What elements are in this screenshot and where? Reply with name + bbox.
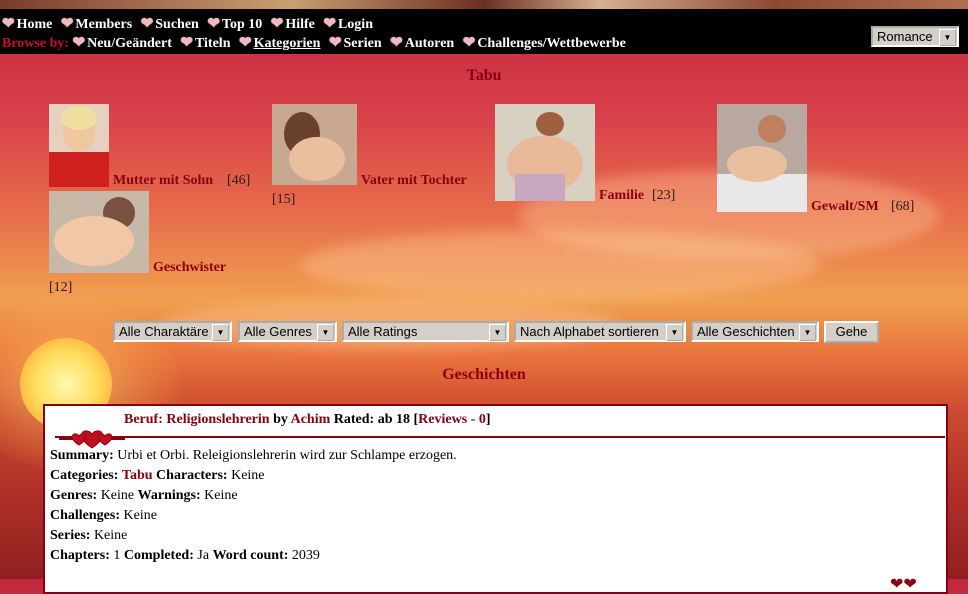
category-link[interactable]: Mutter mit Sohn [113,173,213,189]
category-count: [12] [49,280,73,295]
category-link[interactable]: Geschwister [153,260,226,276]
main-nav: ❤ Home ❤ Members ❤ Suchen ❤ Top 10 ❤ Hilfe ❤ L… [2,14,378,33]
category-count: [68] [891,199,915,214]
category-link[interactable]: Familie [599,188,644,204]
nav-login[interactable]: ❤ Login [323,16,373,32]
heart-icon: ❤ [238,35,252,51]
genres-row: Genres: Keine Warnings: Keine [50,488,238,503]
story-title-link[interactable]: Beruf: Religionslehrerin [124,412,270,427]
heart-icon: ❤ [60,16,74,32]
category-thumbnail[interactable] [49,104,109,187]
heart-icon: ❤ [270,16,284,32]
browse-neu[interactable]: ❤ Neu/Geändert [72,35,172,51]
category-thumbnail[interactable] [272,104,357,185]
navbar: ❤ Home ❤ Members ❤ Suchen ❤ Top 10 ❤ Hilfe ❤ L… [0,9,968,54]
chevron-down-icon: ▼ [489,324,506,341]
heart-icon: ❤ [390,35,403,51]
heart-icon: ❤ [207,16,220,32]
category-count: [46] [227,173,251,188]
category-link[interactable]: Vater mit Tochter [361,173,467,189]
nav-members[interactable]: ❤ Members [60,16,132,32]
browse-autoren[interactable]: ❤ Autoren [390,35,454,51]
browse-nav: Browse by: ❤ Neu/Geändert ❤ Titeln ❤ Katego… [2,33,631,52]
category-count: [23] [652,188,676,203]
heart-icon: ❤ [462,35,476,51]
divider [55,436,945,438]
chevron-down-icon: ▼ [939,29,956,46]
story-details: Summary: Urbi et Orbi. Releigionslehreri… [50,446,457,566]
background-cloud [300,230,820,300]
ratings-select[interactable]: Alle Ratings ▼ [342,321,509,342]
browse-kategorien[interactable]: ❤ Kategorien [238,35,320,51]
reviews-link[interactable]: Reviews - 0 [418,412,486,427]
stories-select[interactable]: Alle Geschichten ▼ [691,321,819,342]
nav-top10[interactable]: ❤ Top 10 [207,16,262,32]
challenges-row: Challenges: Keine [50,508,157,523]
top-banner [0,0,968,9]
heart-icon: ❤ [72,35,86,51]
summary-row: Summary: Urbi et Orbi. Releigionslehreri… [50,448,457,463]
series-row: Series: Keine [50,528,128,543]
hearts-corner-icon: ❤❤ [890,576,917,593]
author-link[interactable]: Achim [291,412,331,427]
go-button[interactable]: Gehe [824,321,879,343]
chevron-down-icon: ▼ [212,324,229,341]
category-count: [15] [272,192,296,207]
category-thumbnail[interactable] [49,191,149,273]
chevron-down-icon: ▼ [666,324,683,341]
story-header: Beruf: Religionslehrerin by Achim Rated:… [124,412,491,427]
sort-select[interactable]: Nach Alphabet sortieren ▼ [514,321,686,342]
category-thumbnail[interactable] [495,104,595,201]
rating-value: ab 18 [377,412,410,427]
chapters-row: Chapters: 1 Completed: Ja Word count: 20… [50,548,320,563]
category-link[interactable]: Gewalt/SM [811,199,879,215]
nav-suchen[interactable]: ❤ Suchen [140,16,199,32]
section-title: Geschichten [442,366,526,383]
category-thumbnail[interactable] [717,104,807,212]
skin-select[interactable]: Romance ▼ [871,26,959,47]
story-card: Beruf: Religionslehrerin by Achim Rated:… [43,404,948,594]
chevron-down-icon: ▼ [799,324,816,341]
categories-row: Categories: Tabu Characters: Keine [50,468,265,483]
heart-icon: ❤ [140,16,154,32]
heart-icon: ❤ [323,16,336,32]
browse-titeln[interactable]: ❤ Titeln [180,35,230,51]
characters-select[interactable]: Alle Charaktäre ▼ [113,321,232,342]
page-title: Tabu [466,67,502,84]
browse-serien[interactable]: ❤ Serien [328,35,382,51]
chevron-down-icon: ▼ [317,324,334,341]
heart-icon: ❤ [180,35,193,51]
genres-select[interactable]: Alle Genres ▼ [238,321,337,342]
heart-icon: ❤ [2,16,15,32]
nav-home[interactable]: ❤ Home [2,16,52,32]
browse-label: Browse by: [2,36,70,51]
nav-hilfe[interactable]: ❤ Hilfe [270,16,315,32]
browse-challenges[interactable]: ❤ Challenges/Wettbewerbe [462,35,626,51]
heart-icon: ❤ [328,35,342,51]
category-tabu-link[interactable]: Tabu [122,468,153,483]
